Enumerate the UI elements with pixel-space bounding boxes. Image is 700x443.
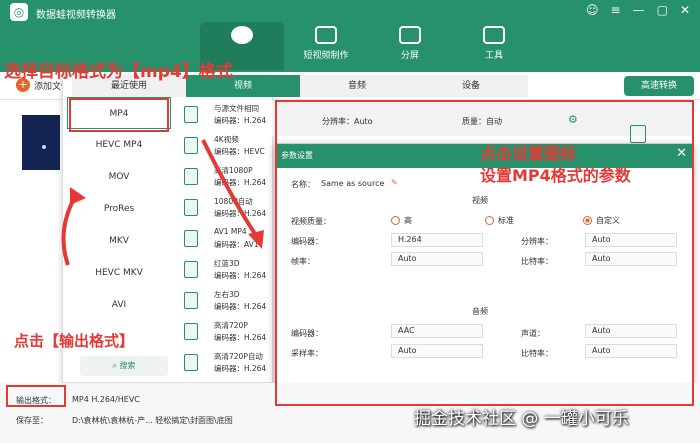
annotation-click-output: 点击【输出格式】	[14, 332, 135, 350]
video-file-icon	[184, 354, 198, 371]
video-file-icon	[184, 292, 198, 309]
convert-icon	[231, 26, 253, 44]
resolution-select[interactable]: Auto	[585, 233, 677, 247]
video-file-icon	[184, 261, 198, 278]
preset-item[interactable]: AV1 MP4 编码器：AV1	[178, 224, 273, 255]
framerate-label: 帧率：	[291, 257, 315, 266]
samplerate-label: 采样率：	[291, 349, 323, 358]
format-item-mov[interactable]: MOV	[67, 161, 171, 193]
framerate-select[interactable]: Auto	[391, 252, 483, 266]
preset-item[interactable]: 高清720P自动 编码器：H.264	[178, 348, 273, 379]
video-bitrate-select[interactable]: Auto	[585, 252, 677, 266]
save-path-label: 保存至：	[16, 416, 48, 425]
preset-item[interactable]: 高清720P 编码器：H.264	[178, 317, 273, 348]
video-file-icon	[184, 323, 198, 340]
preset-item[interactable]: 与源文件相同 编码器：H.264	[178, 100, 273, 131]
minimize-icon[interactable]: —	[633, 3, 645, 17]
preset-item[interactable]: 左右3D 编码器：H.264	[178, 286, 273, 317]
annotation-settings-line1: 点击设置图标	[480, 144, 577, 163]
feedback-icon[interactable]: ☺	[586, 3, 599, 17]
format-item-avi[interactable]: AVI	[67, 289, 171, 321]
audio-encoder-select[interactable]: AAC	[391, 324, 483, 338]
preset-item[interactable]: 红蓝3D 编码器：H.264	[178, 255, 273, 286]
watermark: 掘金技术社区 @ 一罐小可乐	[414, 409, 629, 429]
output-format-value[interactable]: MP4 H.264/HEVC	[72, 395, 140, 404]
quality-standard-radio[interactable]: 标准	[485, 215, 514, 226]
close-icon[interactable]: ✕	[680, 3, 690, 17]
format-search-button[interactable]: ⌕ 搜索	[80, 356, 168, 376]
app-title: 数据蛙视频转换器	[36, 10, 116, 21]
channel-label: 声道：	[521, 329, 545, 338]
dialog-close-icon[interactable]: ✕	[676, 146, 687, 161]
video-file-icon	[184, 106, 198, 123]
search-icon: ⌕	[112, 361, 120, 370]
settings-gear-icon[interactable]: ⚙	[568, 113, 578, 126]
preset-list: 与源文件相同 编码器：H.264 4K视频 编码器：HEVC 高清1080P 编码器：…	[178, 100, 273, 379]
quality-high-radio[interactable]: 高	[391, 215, 412, 226]
edit-name-icon[interactable]: ✎	[391, 178, 398, 187]
toolbox-icon	[483, 26, 505, 44]
name-label: 名称：	[291, 180, 315, 189]
tab-audio[interactable]: 音频	[300, 75, 414, 97]
channel-select[interactable]: Auto	[585, 324, 677, 338]
quality-readout: 质量：自动	[462, 117, 502, 126]
save-path-value[interactable]: D:\袁林杭\袁林杭-产... 轻松搞定\封面图\底图	[72, 415, 233, 426]
annotation-settings-line2: 设置MP4格式的参数	[480, 166, 631, 185]
tab-tools[interactable]: 工具	[452, 22, 536, 70]
menu-icon[interactable]: ≡	[611, 3, 621, 17]
tab-device[interactable]: 设备	[414, 75, 528, 97]
audio-bitrate-select[interactable]: Auto	[585, 344, 677, 358]
output-settings-icon[interactable]	[630, 125, 646, 143]
main-nav: 转换 短视频制作 分屏 工具	[200, 22, 536, 70]
format-item-hevc-mkv[interactable]: HEVC MKV	[67, 257, 171, 289]
samplerate-select[interactable]: Auto	[391, 344, 483, 358]
video-file-icon	[184, 199, 198, 216]
resolution-readout: 分辨率：Auto	[322, 117, 373, 126]
audio-bitrate-label: 比特率：	[521, 349, 553, 358]
video-encoder-label: 编码器：	[291, 237, 323, 246]
quality-custom-radio[interactable]: 自定义	[583, 215, 620, 226]
window-controls: ☺ ≡ — ▢ ✕	[586, 3, 690, 17]
format-item-prores[interactable]: ProRes	[67, 193, 171, 225]
annotation-select-format: 选择目标格式为【mp4】格式	[4, 62, 233, 82]
video-file-icon	[184, 168, 198, 185]
preset-item[interactable]: 高清1080P 编码器：H.264	[178, 162, 273, 193]
tab-short-video[interactable]: 短视频制作	[284, 22, 368, 70]
maximize-icon[interactable]: ▢	[657, 3, 668, 17]
app-logo-icon: ◎	[10, 3, 28, 21]
split-screen-icon	[399, 26, 421, 44]
format-item-mp4[interactable]: MP4	[67, 97, 171, 129]
video-thumbnail[interactable]	[22, 115, 60, 170]
video-file-icon	[184, 137, 198, 154]
name-value[interactable]: Same as source	[321, 179, 384, 188]
audio-section-title: 音频	[472, 307, 488, 316]
video-bitrate-label: 比特率：	[521, 257, 553, 266]
video-file-icon	[184, 230, 198, 247]
preset-item[interactable]: 1080P自动 编码器：H.264	[178, 193, 273, 224]
fast-convert-button[interactable]: 高速转换	[624, 76, 694, 96]
video-encoder-select[interactable]: H.264	[391, 233, 483, 247]
output-format-label[interactable]: 输出格式：	[16, 395, 56, 406]
quality-label: 视频质量：	[291, 217, 331, 226]
format-item-mkv[interactable]: MKV	[67, 225, 171, 257]
tab-split-screen[interactable]: 分屏	[368, 22, 452, 70]
format-item-hevc-mp4[interactable]: HEVC MP4	[67, 129, 171, 161]
video-section-title: 视频	[472, 196, 488, 205]
image-icon	[315, 26, 337, 44]
format-list: MP4 HEVC MP4 MOV ProRes MKV HEVC MKV AVI	[67, 97, 171, 321]
resolution-label: 分辨率：	[521, 237, 553, 246]
preset-item[interactable]: 4K视频 编码器：HEVC	[178, 131, 273, 162]
audio-encoder-label: 编码器：	[291, 329, 323, 338]
